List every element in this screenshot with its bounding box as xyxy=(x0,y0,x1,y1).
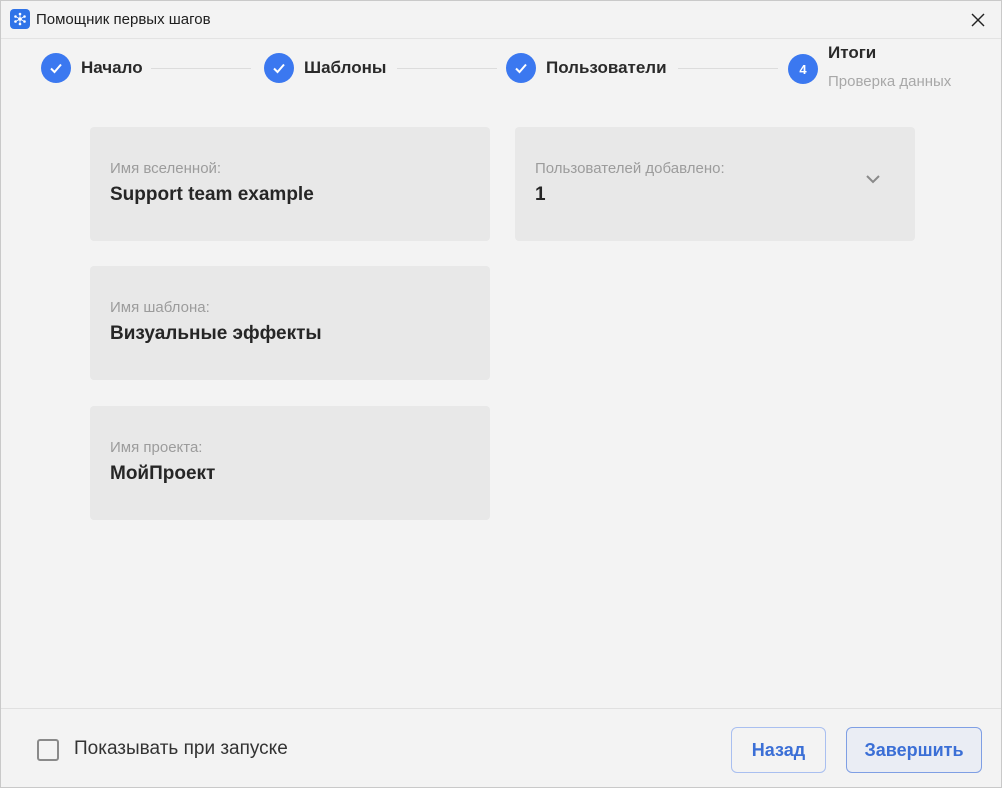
card-label: Пользователей добавлено: xyxy=(535,160,725,177)
chevron-down-icon[interactable] xyxy=(863,171,883,187)
card-label: Имя проекта: xyxy=(110,439,203,456)
back-button[interactable]: Назад xyxy=(731,727,826,773)
finish-button[interactable]: Завершить xyxy=(846,727,982,773)
step-connector xyxy=(678,68,778,69)
step-sublabel: Проверка данных xyxy=(828,73,952,90)
setup-wizard-window: Помощник первых шагов Начало Шаблоны Пол… xyxy=(0,0,1002,788)
step-connector xyxy=(397,68,497,69)
card-label: Имя шаблона: xyxy=(110,299,210,316)
checkmark-icon xyxy=(264,53,294,83)
close-button[interactable] xyxy=(967,9,989,31)
card-label: Имя вселенной: xyxy=(110,160,222,177)
step-number: 4 xyxy=(788,54,818,84)
step-label: Начало xyxy=(81,58,143,77)
step-users: Пользователи xyxy=(506,53,667,83)
step-label: Итоги xyxy=(828,43,877,62)
step-label: Шаблоны xyxy=(304,58,387,77)
show-on-startup-checkbox[interactable] xyxy=(37,739,59,761)
checkmark-icon xyxy=(41,53,71,83)
step-templates: Шаблоны xyxy=(264,53,386,83)
wizard-footer: Показывать при запуске Назад Завершить xyxy=(1,708,1001,788)
step-start: Начало xyxy=(41,53,143,83)
checkmark-icon xyxy=(506,53,536,83)
project-name-card: Имя проекта: МойПроект xyxy=(90,406,490,520)
app-logo-icon xyxy=(10,9,30,29)
card-value: Support team example xyxy=(110,184,314,205)
step-connector xyxy=(151,68,251,69)
title-bar: Помощник первых шагов xyxy=(1,1,1001,39)
window-title: Помощник первых шагов xyxy=(36,11,211,28)
users-added-card[interactable]: Пользователей добавлено: 1 xyxy=(515,127,915,241)
close-icon xyxy=(971,13,985,27)
universe-name-card: Имя вселенной: Support team example xyxy=(90,127,490,241)
step-label: Пользователи xyxy=(546,58,667,77)
card-value: Визуальные эффекты xyxy=(110,323,322,344)
card-value: 1 xyxy=(535,184,546,205)
wizard-stepper: Начало Шаблоны Пользователи 4 Итоги Пров… xyxy=(1,39,1001,99)
show-on-startup-label[interactable]: Показывать при запуске xyxy=(74,738,288,760)
card-value: МойПроект xyxy=(110,463,216,484)
template-name-card: Имя шаблона: Визуальные эффекты xyxy=(90,266,490,380)
